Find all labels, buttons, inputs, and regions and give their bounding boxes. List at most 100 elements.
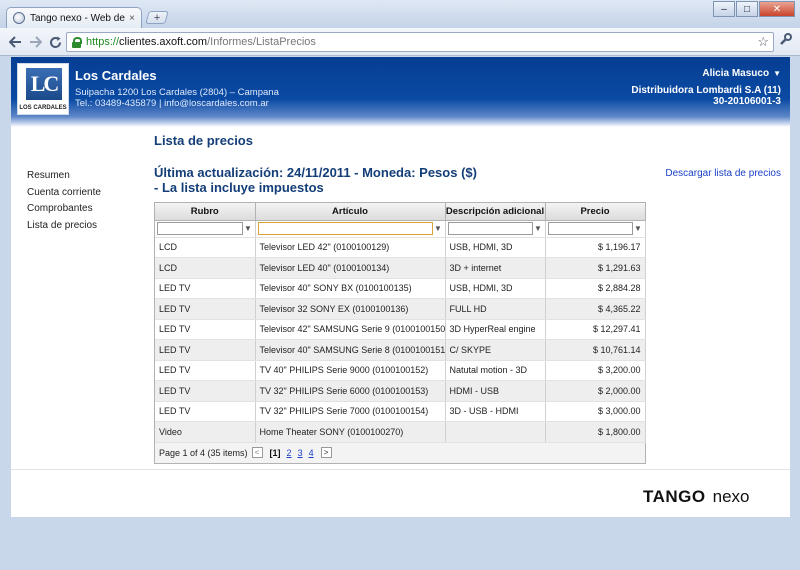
reload-icon[interactable] (46, 33, 64, 51)
cell-precio: $ 12,297.41 (545, 319, 646, 340)
cell-descripcion: FULL HD (445, 298, 546, 320)
cell-rubro: LED TV (155, 339, 256, 361)
browser-tab[interactable]: Tango nexo - Web de clientes × (6, 7, 142, 28)
star-icon[interactable]: ☆ (757, 34, 769, 50)
pager-next-button[interactable]: > (320, 447, 332, 458)
table-row[interactable]: LED TV TV 40" PHILIPS Serie 9000 (0100100… (155, 360, 646, 381)
update-heading: Última actualización: 24/11/2011 - Moned… (154, 165, 477, 195)
filter-icon[interactable]: ▼ (244, 223, 253, 234)
back-arrow-icon[interactable] (6, 33, 24, 51)
caret-down-icon: ▼ (773, 69, 781, 78)
cell-precio: $ 2,000.00 (545, 380, 646, 402)
filter-input-precio[interactable] (547, 222, 633, 235)
cell-descripcion: HDMI - USB (445, 380, 546, 402)
cell-precio: $ 3,000.00 (545, 401, 646, 422)
price-grid: Rubro Artículo Descripción adicional Pre… (154, 202, 646, 464)
cell-rubro: LED TV (155, 319, 256, 340)
column-header-articulo[interactable]: Artículo (255, 203, 446, 221)
cell-articulo: Televisor 42" SAMSUNG Serie 9 (010010015… (255, 319, 446, 340)
user-name: Alicia Masuco (702, 68, 770, 79)
company-contact: Tel.: 03489-435879 | info@loscardales.co… (75, 98, 269, 109)
table-row[interactable]: LCD Televisor LED 42" (0100100129) USB, HD… (155, 237, 646, 258)
cell-rubro: LCD (155, 237, 256, 258)
pager-page-2[interactable]: 2 (287, 448, 292, 458)
distributor-name: Distribuidora Lombardi S.A (11) (631, 85, 781, 96)
cell-precio: $ 1,291.63 (545, 257, 646, 279)
cell-articulo: TV 40" PHILIPS Serie 9000 (0100100152) (255, 360, 446, 381)
user-menu[interactable]: Alicia Masuco ▼ (702, 68, 781, 79)
plus-icon: + (153, 11, 161, 24)
table-row[interactable]: LED TV TV 32" PHILIPS Serie 7000 (0100100… (155, 401, 646, 422)
cell-precio: $ 1,800.00 (545, 421, 646, 443)
distributor-cuit: 30-20106001-3 (713, 96, 781, 107)
column-header-descripcion[interactable]: Descripción adicional (445, 203, 546, 221)
pager-summary: Page 1 of 4 (35 items) (159, 447, 248, 458)
column-header-precio[interactable]: Precio (545, 203, 646, 221)
grid-pager: Page 1 of 4 (35 items) < [1] 2 3 4 > (155, 442, 645, 463)
cell-rubro: LED TV (155, 380, 256, 402)
filter-icon[interactable]: ▼ (534, 223, 543, 234)
cell-articulo: TV 32" PHILIPS Serie 6000 (0100100153) (255, 380, 446, 402)
column-header-rubro[interactable]: Rubro (155, 203, 256, 221)
cell-rubro: LED TV (155, 278, 256, 299)
cell-rubro: Video (155, 421, 256, 443)
cell-descripcion: 3D HyperReal engine (445, 319, 546, 340)
filter-input-rubro[interactable] (157, 222, 243, 235)
forward-arrow-icon[interactable] (26, 33, 44, 51)
table-row[interactable]: LED TV TV 32" PHILIPS Serie 6000 (0100100… (155, 380, 646, 402)
sidebar-nav: Resumen Cuenta corriente Comprobantes Li… (27, 168, 101, 234)
sidebar-item-comprobantes[interactable]: Comprobantes (27, 201, 101, 218)
minimize-button[interactable]: – (713, 1, 735, 17)
site-header: LC LOS CARDALES Los Cardales Suipacha 12… (11, 57, 790, 127)
table-row[interactable]: LED TV Televisor 42" SAMSUNG Serie 9 (010… (155, 319, 646, 340)
tab-title: Tango nexo - Web de clientes (30, 12, 125, 24)
url-path: /Informes/ListaPrecios (207, 36, 316, 48)
cell-precio: $ 10,761.14 (545, 339, 646, 361)
sidebar-item-cuenta-corriente[interactable]: Cuenta corriente (27, 185, 101, 202)
cell-precio: $ 3,200.00 (545, 360, 646, 381)
table-row[interactable]: LED TV Televisor 40" SONY BX (0100100135)… (155, 278, 646, 299)
filter-icon[interactable]: ▼ (434, 223, 443, 234)
maximize-button[interactable]: □ (736, 1, 758, 17)
brand-tango: TANGO (643, 487, 706, 506)
download-price-list-link[interactable]: Descargar lista de precios (665, 168, 781, 179)
company-name: Los Cardales (75, 68, 157, 83)
cell-descripcion (445, 421, 546, 443)
cell-descripcion: 3D - USB - HDMI (445, 401, 546, 422)
cell-precio: $ 4,365.22 (545, 298, 646, 320)
filter-icon[interactable]: ▼ (634, 223, 643, 234)
table-row[interactable]: LED TV Televisor 40" SAMSUNG Serie 8 (010… (155, 339, 646, 361)
filter-input-descripcion[interactable] (447, 222, 533, 235)
logo-text: LOS CARDALES (19, 105, 67, 111)
url-host: clientes.axoft.com (119, 36, 208, 48)
pager-current-page: [1] (269, 447, 281, 458)
filter-input-articulo[interactable] (257, 222, 433, 235)
cell-descripcion: USB, HDMI, 3D (445, 278, 546, 299)
sidebar-item-lista-de-precios[interactable]: Lista de precios (27, 218, 101, 235)
cell-articulo: Televisor LED 40" (0100100134) (255, 257, 446, 279)
company-address: Suipacha 1200 Los Cardales (2804) – Camp… (75, 87, 279, 98)
cell-precio: $ 1,196.17 (545, 237, 646, 258)
cell-rubro: LED TV (155, 360, 256, 381)
cell-precio: $ 2,884.28 (545, 278, 646, 299)
table-row[interactable]: Video Home Theater SONY (0100100270) $ 1,8… (155, 421, 646, 443)
cell-articulo: Televisor 40" SAMSUNG Serie 8 (010010015… (255, 339, 446, 361)
cell-rubro: LED TV (155, 298, 256, 320)
cell-articulo: Home Theater SONY (0100100270) (255, 421, 446, 443)
new-tab-button[interactable]: + (145, 11, 169, 24)
window-controls: – □ ✕ (712, 1, 795, 17)
cell-descripcion: Natutal motion - 3D (445, 360, 546, 381)
web-page: LC LOS CARDALES Los Cardales Suipacha 12… (11, 57, 790, 517)
tab-close-button[interactable]: × (129, 13, 135, 24)
pager-page-3[interactable]: 3 (298, 448, 303, 458)
address-bar[interactable]: https://clientes.axoft.com/Informes/List… (66, 32, 774, 52)
table-row[interactable]: LCD Televisor LED 40" (0100100134) 3D + in… (155, 257, 646, 279)
pager-page-4[interactable]: 4 (309, 448, 314, 458)
browser-toolbar: https://clientes.axoft.com/Informes/List… (0, 28, 800, 56)
table-row[interactable]: LED TV Televisor 32 SONY EX (0100100136) F… (155, 298, 646, 320)
sidebar-item-resumen[interactable]: Resumen (27, 168, 101, 185)
pager-prev-button[interactable]: < (251, 447, 263, 458)
cell-descripcion: C/ SKYPE (445, 339, 546, 361)
wrench-icon[interactable] (779, 33, 792, 49)
window-close-button[interactable]: ✕ (759, 1, 795, 17)
